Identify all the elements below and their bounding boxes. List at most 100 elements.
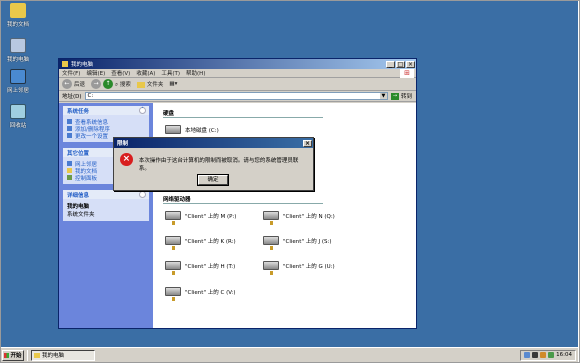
dialog-title: 限制 [117, 141, 129, 147]
network-drive-p[interactable]: "Client" 上的 M (P:) [165, 211, 237, 225]
menu-tools[interactable]: 工具(T) [161, 69, 180, 77]
network-drive-icon [263, 261, 279, 275]
drive-label: "Client" 上的 C (V:) [185, 289, 236, 296]
computer-icon [34, 352, 40, 358]
views-button[interactable]: ▦▾ [169, 81, 177, 87]
desktop-icon-label: 我的文档 [6, 22, 29, 28]
settings-icon [67, 133, 72, 138]
folder-icon [10, 3, 26, 18]
tray-app-icon[interactable] [532, 352, 539, 358]
computer-icon [10, 38, 26, 53]
back-label[interactable]: 后退 [74, 80, 85, 88]
drive-label: "Client" 上的 K (R:) [185, 238, 236, 245]
network-drive-icon [165, 236, 181, 250]
collapse-chevron-icon[interactable]: ˄ [139, 107, 146, 114]
volume-icon[interactable] [540, 352, 547, 358]
drive-label: "Client" 上的 H (T:) [185, 263, 236, 270]
panel-title: 系统任务 [67, 108, 90, 115]
network-icon [10, 69, 26, 84]
programs-icon [67, 126, 72, 131]
network-drive-q[interactable]: "Client" 上的 N (Q:) [263, 211, 335, 225]
menu-favorites[interactable]: 收藏(A) [136, 69, 155, 77]
start-button[interactable]: 开始 [2, 349, 24, 361]
panel-header[interactable]: 系统任务 ˄ [63, 106, 149, 115]
windows-flag-icon [4, 352, 10, 358]
folders-button[interactable]: 文件夹 [136, 80, 164, 88]
ok-button[interactable]: 确定 [197, 174, 229, 186]
collapse-chevron-icon[interactable]: ˄ [139, 191, 146, 198]
menu-bar: 文件(F) 编辑(E) 查看(V) 收藏(A) 工具(T) 帮助(H) ⊞ [59, 69, 416, 78]
details-panel: 详细信息 ˄ 我的电脑 系统文件夹 [63, 190, 149, 221]
drive-local-c[interactable]: 本地磁盘 (C:) [165, 125, 219, 134]
details-name: 我的电脑 [67, 204, 90, 210]
folders-label: 文件夹 [146, 82, 164, 88]
up-folder-icon[interactable]: ↑ [103, 79, 114, 89]
desktop-icon-recycle-bin[interactable]: 回收站 [0, 104, 36, 129]
close-button[interactable]: × [406, 60, 415, 68]
recycle-bin-icon [10, 104, 26, 119]
desktop-icon-label: 网上邻居 [6, 88, 29, 94]
search-button[interactable]: ⌕ 搜索 [115, 80, 131, 89]
control-panel-icon [67, 175, 72, 180]
dialog-titlebar[interactable]: 限制 × [114, 138, 313, 148]
chevron-down-icon[interactable]: ▼ [379, 93, 387, 99]
panel-title: 其它位置 [67, 150, 90, 157]
desktop-icon-label: 我的电脑 [6, 57, 29, 63]
network-drive-u[interactable]: "Client" 上的 G (U:) [263, 261, 335, 275]
menu-help[interactable]: 帮助(H) [186, 69, 205, 77]
drive-label: "Client" 上的 J (S:) [283, 238, 332, 245]
system-tray: 16:04 [520, 349, 576, 361]
drive-label: 本地磁盘 (C:) [185, 127, 219, 134]
desktop-icon-network[interactable]: 网上邻居 [0, 69, 36, 94]
taskbar-item-my-computer[interactable]: 我的电脑 [31, 349, 95, 361]
network-drive-icon [263, 236, 279, 250]
go-arrow-icon: → [390, 92, 399, 100]
menu-edit[interactable]: 编辑(E) [86, 69, 105, 77]
security-icon[interactable] [548, 352, 555, 358]
drive-label: "Client" 上的 M (P:) [185, 213, 237, 220]
menu-view[interactable]: 查看(V) [111, 69, 130, 77]
network-drive-r[interactable]: "Client" 上的 K (R:) [165, 236, 236, 250]
panel-title: 详细信息 [67, 192, 90, 199]
details-type: 系统文件夹 [67, 212, 95, 218]
desktop-icon-my-computer[interactable]: 我的电脑 [0, 38, 36, 63]
panel-header[interactable]: 详细信息 ˄ [63, 190, 149, 199]
dialog-body: × 本次操作由于这台计算机的限制而被取消。请与您的系统管理员联系。 [114, 148, 313, 175]
address-bar: 地址(D) C: ▼ → 转到 [59, 91, 416, 102]
dialog-close-button[interactable]: × [303, 139, 312, 147]
error-icon: × [120, 153, 133, 166]
taskbar: 开始 我的电脑 16:04 [0, 347, 578, 362]
network-drive-icon [165, 287, 181, 301]
task-label: 更改一个设置 [75, 133, 109, 140]
desktop: 我的文档 我的电脑 网上邻居 回收站 我的电脑 _ □ × 文件(F) 编辑(E… [0, 0, 578, 347]
network-drive-icon [165, 211, 181, 225]
maximize-button[interactable]: □ [396, 60, 405, 68]
window-titlebar[interactable]: 我的电脑 _ □ × [59, 59, 416, 69]
dialog-message: 本次操作由于这台计算机的限制而被取消。请与您的系统管理员联系。 [138, 158, 299, 172]
forward-icon[interactable]: → [91, 79, 102, 89]
minimize-button[interactable]: _ [386, 60, 395, 68]
start-label: 开始 [10, 353, 22, 359]
go-button[interactable]: → 转到 [390, 92, 412, 100]
network-drive-v[interactable]: "Client" 上的 C (V:) [165, 287, 236, 301]
network-tray-icon[interactable] [524, 352, 531, 358]
menu-file[interactable]: 文件(F) [62, 69, 80, 77]
info-icon [67, 119, 72, 124]
window-title: 我的电脑 [71, 62, 94, 68]
network-drive-icon [263, 211, 279, 225]
desktop-icon-my-documents[interactable]: 我的文档 [0, 3, 36, 28]
toolbar: ← 后退 → ↑ ⌕ 搜索 文件夹 ▦▾ [59, 78, 416, 91]
restriction-dialog: 限制 × × 本次操作由于这台计算机的限制而被取消。请与您的系统管理员联系。 确… [113, 137, 314, 191]
folder-icon [67, 168, 72, 173]
desktop-icon-label: 回收站 [9, 123, 27, 129]
explorer-window: 我的电脑 _ □ × 文件(F) 编辑(E) 查看(V) 收藏(A) 工具(T)… [58, 58, 417, 329]
clock[interactable]: 16:04 [556, 352, 572, 358]
address-value: C: [87, 93, 94, 99]
folder-icon [136, 81, 145, 88]
network-drive-t[interactable]: "Client" 上的 H (T:) [165, 261, 236, 275]
address-input[interactable]: C: ▼ [84, 92, 388, 100]
network-drive-icon [165, 261, 181, 275]
drive-label: "Client" 上的 N (Q:) [283, 213, 335, 220]
network-drive-s[interactable]: "Client" 上的 J (S:) [263, 236, 332, 250]
back-icon[interactable]: ← [62, 79, 72, 89]
